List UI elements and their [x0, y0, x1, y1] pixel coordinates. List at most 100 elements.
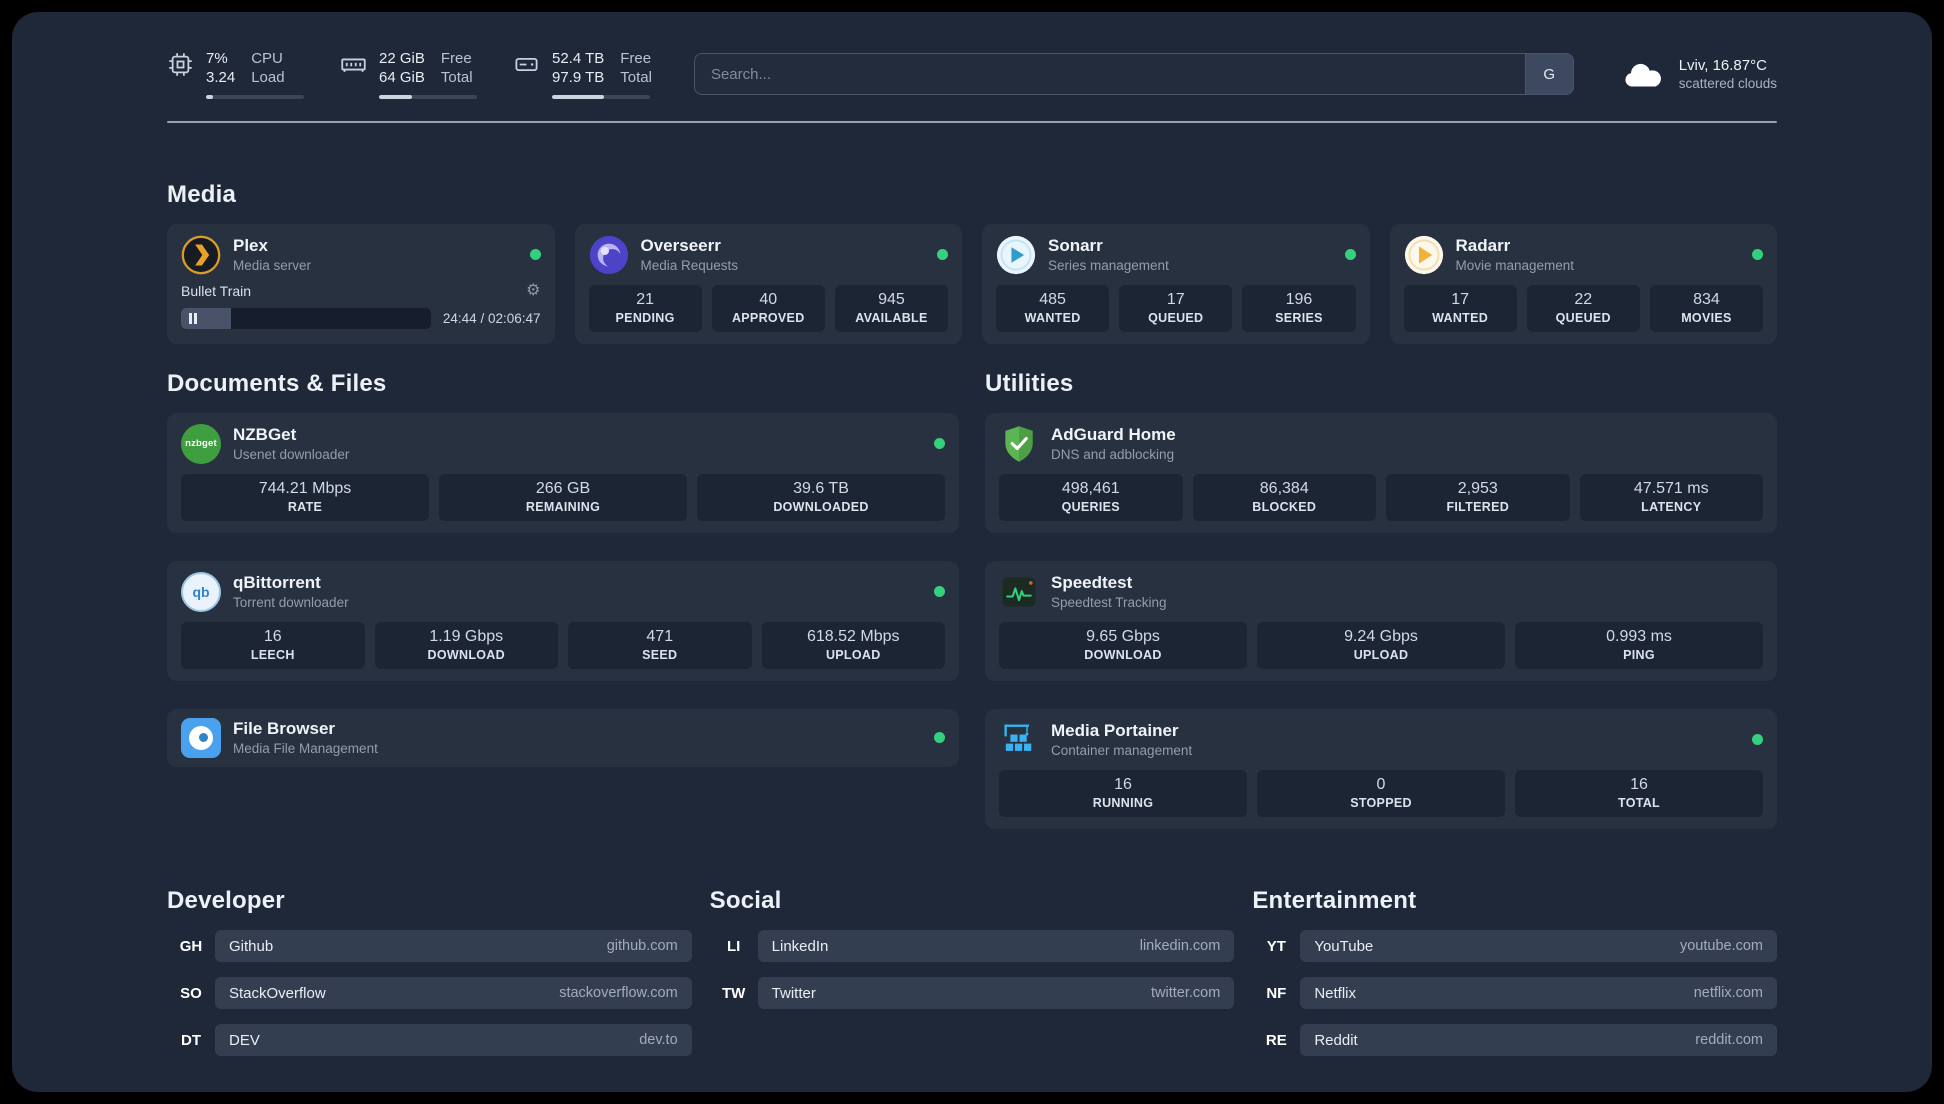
dashboard-page: 7% 3.24 CPU Load 22 GiB 64 GiB Free Tota… — [12, 12, 1932, 1092]
stat-value: 498,461 — [1061, 479, 1120, 497]
bookmark-name: LinkedIn — [771, 937, 829, 955]
sonarr-icon — [996, 235, 1036, 275]
stat-label: PENDING — [615, 310, 675, 325]
section-documents: Documents & Files nzbget NZBGet Usenet d… — [167, 368, 959, 767]
bookmark-netflix[interactable]: NF Netflix netflix.com — [1252, 977, 1777, 1010]
cpu-icon — [169, 53, 192, 76]
gear-icon[interactable]: ⚙ — [526, 282, 540, 299]
stat-value: 86,384 — [1259, 479, 1309, 497]
stat-value: 834 — [1693, 290, 1720, 308]
stat-value: 945 — [878, 290, 905, 308]
bookmark-url: netflix.com — [1693, 985, 1763, 1002]
bookmark-twitter[interactable]: TW Twitter twitter.com — [710, 977, 1235, 1010]
service-description: Usenet downloader — [233, 447, 350, 463]
status-dot — [1344, 249, 1356, 261]
status-dot — [934, 586, 945, 598]
stat-tile: 40 APPROVED — [711, 284, 825, 332]
service-description: Series management — [1048, 258, 1169, 274]
stat-tile: 39.6 TB DOWNLOADED — [697, 473, 945, 521]
stat-label: QUEUED — [1148, 310, 1204, 325]
stat-value: 21 — [636, 290, 654, 308]
stat-tile: 1.19 Gbps DOWNLOAD — [374, 621, 558, 669]
qbittorrent-icon-text: qb — [192, 583, 210, 600]
bookmark-url: dev.to — [639, 1032, 678, 1049]
service-description: Container management — [1051, 743, 1193, 759]
service-card-nzbget[interactable]: nzbget NZBGet Usenet downloader 744.21 M… — [167, 412, 959, 533]
stat-tile: 744.21 Mbps RATE — [181, 473, 429, 521]
stat-value: 39.6 TB — [793, 479, 849, 497]
bookmark-name: Netflix — [1314, 984, 1357, 1002]
search-provider-button[interactable]: G — [1524, 54, 1573, 95]
stat-label: LATENCY — [1641, 499, 1702, 514]
search-area: G — [693, 53, 1574, 96]
stat-value: 2,953 — [1457, 479, 1498, 497]
bookmark-reddit[interactable]: RE Reddit reddit.com — [1252, 1024, 1777, 1057]
bookmark-name: DEV — [229, 1031, 260, 1049]
stat-label: WANTED — [1432, 310, 1489, 325]
service-card-plex[interactable]: Plex Media server Bullet Train ⚙ 24:44 /… — [167, 223, 555, 344]
service-description: Media Requests — [640, 258, 739, 274]
stat-value: 22 — [1574, 290, 1593, 308]
stat-label: RUNNING — [1092, 795, 1154, 810]
bookmark-linkedin[interactable]: LI LinkedIn linkedin.com — [710, 930, 1235, 963]
memory-progress-bar — [379, 94, 477, 99]
service-card-overseerr[interactable]: Overseerr Media Requests 21 PENDING 40 A… — [574, 223, 962, 344]
service-card-radarr[interactable]: Radarr Movie management 17 WANTED 22 QUE… — [1389, 223, 1777, 344]
stat-label: QUEUED — [1555, 310, 1611, 325]
status-dot — [1752, 734, 1763, 746]
service-card-qbittorrent[interactable]: qb qBittorrent Torrent downloader 16 LEE… — [167, 560, 959, 681]
section-title-entertainment: Entertainment — [1252, 886, 1417, 914]
search-input[interactable] — [694, 54, 1525, 95]
stat-tile: 945 AVAILABLE — [834, 284, 949, 332]
stat-label: LEECH — [250, 647, 295, 662]
disk-label-bottom: Total — [620, 68, 652, 86]
stat-value: 40 — [759, 290, 778, 308]
service-card-portainer[interactable]: Media Portainer Container management 16 … — [985, 708, 1777, 829]
service-description: Movie management — [1455, 258, 1575, 274]
status-dot — [934, 732, 945, 744]
bookmark-dev[interactable]: DT DEV dev.to — [167, 1024, 692, 1057]
service-card-speedtest[interactable]: Speedtest Speedtest Tracking 9.65 Gbps D… — [985, 560, 1777, 681]
disk-icon — [515, 57, 538, 72]
playback-progress-bar[interactable] — [181, 307, 431, 329]
stat-value: 17 — [1166, 290, 1185, 308]
stat-value: 16 — [1114, 775, 1132, 793]
stat-label: APPROVED — [731, 310, 805, 325]
bookmark-name: Github — [229, 937, 274, 955]
overseerr-icon — [589, 235, 629, 275]
service-description: Torrent downloader — [233, 595, 349, 611]
stat-value: 1.19 Gbps — [429, 627, 504, 645]
stat-tile: 498,461 QUERIES — [999, 473, 1183, 521]
header-bar: 7% 3.24 CPU Load 22 GiB 64 GiB Free Tota… — [167, 50, 1777, 99]
stat-value: 47.571 ms — [1633, 479, 1709, 497]
adguard-icon — [999, 424, 1039, 464]
bookmark-youtube[interactable]: YT YouTube youtube.com — [1252, 930, 1777, 963]
stat-tile: 86,384 BLOCKED — [1192, 473, 1376, 521]
service-name: NZBGet — [233, 425, 297, 445]
cpu-label-bottom: Load — [251, 68, 285, 86]
search-box: G — [693, 53, 1574, 96]
service-card-filebrowser[interactable]: File Browser Media File Management — [167, 708, 959, 767]
memory-free: 22 GiB — [379, 50, 425, 67]
stat-label: QUERIES — [1061, 499, 1120, 514]
stat-tile: 196 SERIES — [1242, 284, 1356, 332]
stat-tile: 834 MOVIES — [1649, 284, 1764, 332]
section-utilities: Utilities AdGuard Home DNS and adblockin… — [985, 368, 1777, 829]
header-divider — [167, 120, 1777, 123]
bookmark-stackoverflow[interactable]: SO StackOverflow stackoverflow.com — [167, 977, 692, 1010]
section-title-media: Media — [167, 180, 237, 208]
disk-metric: 52.4 TB 97.9 TB Free Total — [513, 50, 652, 99]
service-name: Radarr — [1455, 236, 1511, 256]
bookmark-name: Reddit — [1314, 1031, 1358, 1049]
pause-icon[interactable] — [189, 308, 197, 329]
cpu-progress-bar — [206, 94, 304, 99]
stat-value: 16 — [263, 627, 282, 645]
service-card-sonarr[interactable]: Sonarr Series management 485 WANTED 17 Q… — [982, 223, 1370, 344]
bookmark-github[interactable]: GH Github github.com — [167, 930, 692, 963]
media-player-widget: Bullet Train ⚙ 24:44 / 02:06:47 — [181, 282, 541, 329]
stat-tile: 471 SEED — [568, 621, 752, 669]
cpu-percent: 7% — [206, 50, 228, 67]
section-title-developer: Developer — [167, 886, 285, 914]
stat-tile: 16 LEECH — [181, 621, 365, 669]
service-card-adguard[interactable]: AdGuard Home DNS and adblocking 498,461 … — [985, 412, 1777, 533]
